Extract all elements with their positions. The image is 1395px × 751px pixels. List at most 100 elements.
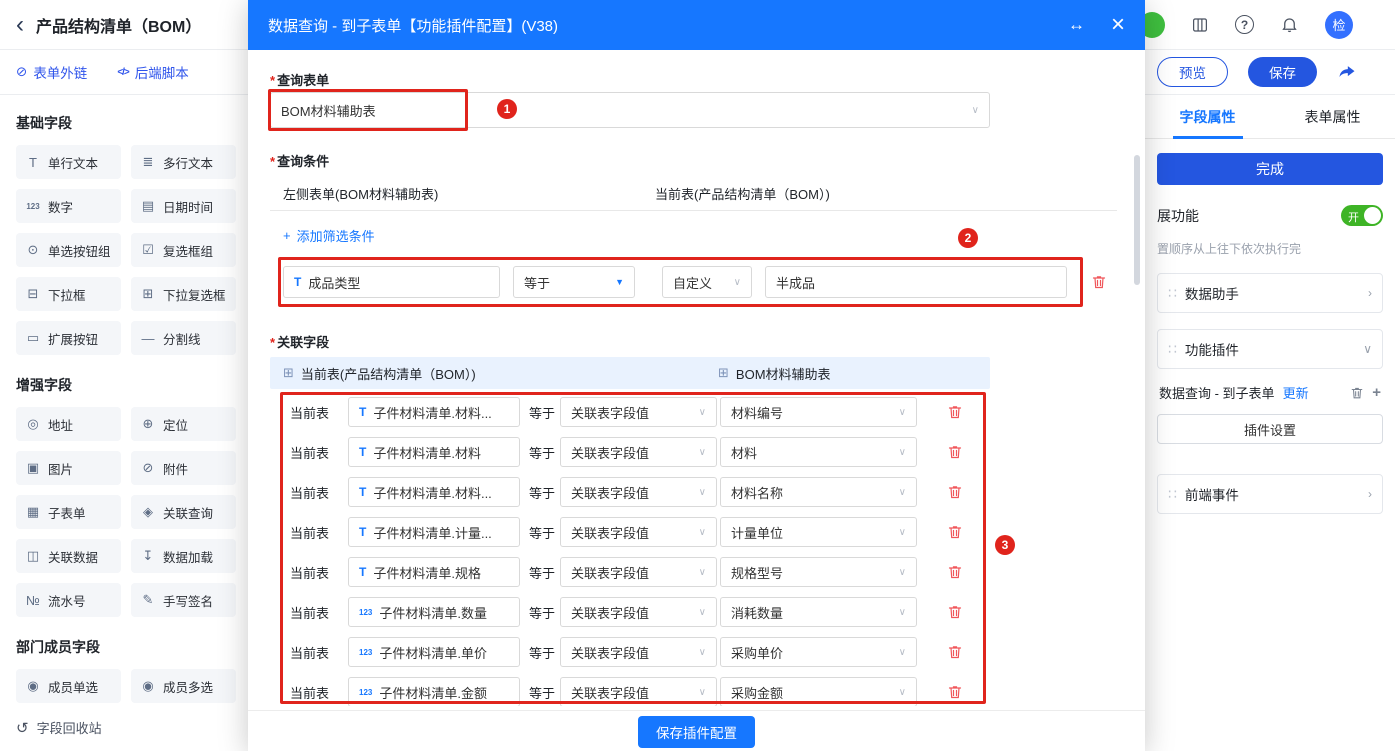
field-type-item[interactable]: ⊙ 单选按钮组	[16, 233, 121, 267]
delete-row-icon[interactable]	[947, 684, 963, 700]
assoc-field-select[interactable]: T 子件材料清单.材料...	[348, 477, 520, 507]
assoc-target-field-select[interactable]: 材料名称∨	[720, 477, 917, 507]
assoc-field-select[interactable]: 123 子件材料清单.单价	[348, 637, 520, 667]
assoc-value-mode-select[interactable]: 关联表字段值∨	[560, 437, 717, 467]
assoc-row: 当前表 T 子件材料清单.规格 等于 关联表字段值∨ 规格型号∨	[248, 552, 1145, 592]
avatar[interactable]: 检	[1325, 11, 1353, 39]
assoc-target-field-select[interactable]: 采购金额∨	[720, 677, 917, 706]
field-type-item[interactable]: ⊞ 下拉复选框	[131, 277, 236, 311]
assoc-value-mode-select[interactable]: 关联表字段值∨	[560, 597, 717, 627]
assoc-field-select[interactable]: 123 子件材料清单.金额	[348, 677, 520, 706]
field-type-item[interactable]: ↧ 数据加载	[131, 539, 236, 573]
field-type-item[interactable]: 123 数字	[16, 189, 121, 223]
filter-value-input[interactable]: 半成品	[765, 266, 1067, 298]
assoc-target-field-select[interactable]: 采购单价∨	[720, 637, 917, 667]
save-plugin-config-button[interactable]: 保存插件配置	[638, 716, 755, 748]
assoc-value-mode-select[interactable]: 关联表字段值∨	[560, 637, 717, 667]
extend-button-icon: ▭	[25, 330, 41, 346]
annotation-badge-3: 3	[995, 535, 1015, 555]
assoc-field-select[interactable]: T 子件材料清单.规格	[348, 557, 520, 587]
assoc-value-mode-select[interactable]: 关联表字段值∨	[560, 517, 717, 547]
text-field-icon: T	[359, 445, 366, 459]
assoc-field-select[interactable]: T 子件材料清单.材料...	[348, 397, 520, 427]
delete-row-icon[interactable]	[947, 644, 963, 660]
field-type-item[interactable]: — 分割线	[131, 321, 236, 355]
save-button[interactable]: 保存	[1248, 57, 1317, 87]
field-type-item[interactable]: ◈ 关联查询	[131, 495, 236, 529]
assoc-scope-label: 当前表	[290, 563, 340, 582]
assoc-target-field-select[interactable]: 材料∨	[720, 437, 917, 467]
expand-width-icon[interactable]: ↔	[1068, 15, 1087, 35]
share-icon[interactable]	[1337, 62, 1357, 82]
delete-plugin-icon[interactable]	[1350, 386, 1364, 400]
assoc-field-select[interactable]: T 子件材料清单.材料	[348, 437, 520, 467]
field-type-item[interactable]: T 单行文本	[16, 145, 121, 179]
assoc-target-field-select[interactable]: 计量单位∨	[720, 517, 917, 547]
linked-data-icon: ◫	[25, 548, 41, 564]
assoc-value-mode-select[interactable]: 关联表字段值∨	[560, 397, 717, 427]
single-line-text-icon: T	[25, 155, 41, 170]
back-button[interactable]: ‹	[16, 13, 24, 37]
update-link[interactable]: 更新	[1283, 383, 1309, 402]
function-plugins-section[interactable]: ∷ 功能插件 ∨	[1157, 329, 1383, 369]
frontend-events-section[interactable]: ∷ 前端事件 ›	[1157, 474, 1383, 514]
assoc-target-field-select[interactable]: 材料编号∨	[720, 397, 917, 427]
field-type-item[interactable]: ≣ 多行文本	[131, 145, 236, 179]
scrollbar[interactable]	[1134, 155, 1140, 285]
field-type-item[interactable]: ⊟ 下拉框	[16, 277, 121, 311]
delete-row-icon[interactable]	[947, 444, 963, 460]
field-type-item[interactable]: ▭ 扩展按钮	[16, 321, 121, 355]
assoc-target-field-select[interactable]: 消耗数量∨	[720, 597, 917, 627]
done-button[interactable]: 完成	[1157, 153, 1383, 185]
close-icon[interactable]: ×	[1111, 13, 1125, 37]
bell-icon[interactable]	[1280, 15, 1299, 34]
field-type-item[interactable]: ◫ 关联数据	[16, 539, 121, 573]
assoc-target-field-select[interactable]: 规格型号∨	[720, 557, 917, 587]
chevron-right-icon: ›	[1368, 487, 1372, 501]
assoc-value-mode-select[interactable]: 关联表字段值∨	[560, 477, 717, 507]
feature-toggle[interactable]: 开	[1341, 205, 1383, 226]
field-type-item[interactable]: ◎ 地址	[16, 407, 121, 441]
assoc-operator-label: 等于	[529, 443, 555, 462]
field-type-item[interactable]: ▦ 子表单	[16, 495, 121, 529]
delete-row-icon[interactable]	[947, 404, 963, 420]
filter-operator-select[interactable]: 等于 ▼	[513, 266, 635, 298]
assoc-value-mode-select[interactable]: 关联表字段值∨	[560, 557, 717, 587]
field-type-item[interactable]: ◉ 成员多选	[131, 669, 236, 703]
tab-field-properties[interactable]: 字段属性	[1145, 95, 1270, 138]
field-type-item[interactable]: ◉ 成员单选	[16, 669, 121, 703]
field-type-item[interactable]: ⊕ 定位	[131, 407, 236, 441]
assoc-field-select[interactable]: T 子件材料清单.计量...	[348, 517, 520, 547]
delete-row-icon[interactable]	[947, 564, 963, 580]
assoc-field-select[interactable]: 123 子件材料清单.数量	[348, 597, 520, 627]
preview-button[interactable]: 预览	[1157, 57, 1228, 87]
field-type-label: 下拉复选框	[163, 285, 226, 304]
workbench-icon[interactable]	[1191, 16, 1209, 34]
field-type-label: 下拉框	[48, 285, 86, 304]
field-type-item[interactable]: ▣ 图片	[16, 451, 121, 485]
help-icon[interactable]: ?	[1235, 15, 1254, 34]
add-plugin-icon[interactable]: +	[1372, 384, 1381, 401]
delete-row-icon[interactable]	[947, 524, 963, 540]
field-type-item[interactable]: ⊘ 附件	[131, 451, 236, 485]
toolbar-item-backend-script[interactable]: </> 后端脚本	[117, 62, 188, 82]
field-type-item[interactable]: ✎ 手写签名	[131, 583, 236, 617]
field-type-item[interactable]: ▤ 日期时间	[131, 189, 236, 223]
plugin-settings-button[interactable]: 插件设置	[1157, 414, 1383, 444]
delete-row-icon[interactable]	[947, 484, 963, 500]
tab-form-properties[interactable]: 表单属性	[1270, 95, 1395, 138]
member-single-icon: ◉	[25, 678, 41, 694]
filter-mode-select[interactable]: 自定义 ∨	[662, 266, 752, 298]
add-filter-link[interactable]: + 添加筛选条件	[283, 226, 375, 245]
association-fields-label: *关联字段	[270, 332, 329, 351]
filter-field-select[interactable]: T 成品类型	[283, 266, 500, 298]
toolbar-item-external-link[interactable]: ⊘ 表单外链	[16, 62, 87, 82]
assoc-value-mode-select[interactable]: 关联表字段值∨	[560, 677, 717, 706]
field-type-item[interactable]: ☑ 复选框组	[131, 233, 236, 267]
data-assistant-section[interactable]: ∷ 数据助手 ›	[1157, 273, 1383, 313]
delete-filter-icon[interactable]	[1091, 274, 1107, 290]
field-type-item[interactable]: № 流水号	[16, 583, 121, 617]
field-recycle-bin[interactable]: ↺ 字段回收站	[16, 718, 102, 737]
delete-row-icon[interactable]	[947, 604, 963, 620]
query-form-select[interactable]: BOM材料辅助表 ∨	[270, 92, 990, 128]
